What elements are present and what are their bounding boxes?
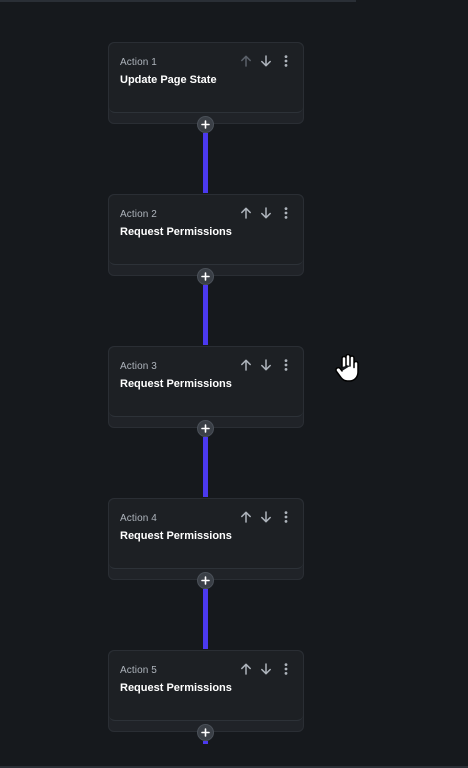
action-card-1[interactable]: Action 1 Update Page State [108, 42, 304, 124]
action-title: Request Permissions [120, 530, 232, 542]
plus-icon [201, 728, 210, 737]
action-title: Request Permissions [120, 682, 232, 694]
action-number-label: Action 2 [120, 209, 157, 220]
arrow-up-icon[interactable] [238, 54, 253, 69]
action-number-label: Action 5 [120, 665, 157, 676]
action-controls [238, 205, 293, 221]
action-card-body: Action 5 Request Permissions [109, 651, 303, 721]
arrow-up-icon[interactable] [238, 662, 253, 677]
connector-line-3 [203, 437, 208, 497]
plus-icon [201, 576, 210, 585]
arrow-down-icon[interactable] [258, 662, 273, 677]
action-controls [238, 357, 293, 373]
plus-icon [201, 272, 210, 281]
more-vertical-icon[interactable] [278, 662, 293, 677]
action-title: Request Permissions [120, 378, 232, 390]
action-card-body: Action 1 Update Page State [109, 43, 303, 113]
connector-line-4 [203, 589, 208, 649]
more-vertical-icon[interactable] [278, 358, 293, 373]
action-card-body: Action 3 Request Permissions [109, 347, 303, 417]
add-action-button-5[interactable] [197, 724, 214, 741]
plus-icon [201, 120, 210, 129]
add-action-button-3[interactable] [197, 420, 214, 437]
action-title: Update Page State [120, 74, 217, 86]
arrow-down-icon[interactable] [258, 510, 273, 525]
connector-line-1 [203, 133, 208, 193]
add-action-button-4[interactable] [197, 572, 214, 589]
arrow-up-icon[interactable] [238, 206, 253, 221]
arrow-up-icon[interactable] [238, 358, 253, 373]
action-title: Request Permissions [120, 226, 232, 238]
plus-icon [201, 424, 210, 433]
add-action-button-2[interactable] [197, 268, 214, 285]
arrow-down-icon[interactable] [258, 206, 273, 221]
add-action-button-1[interactable] [197, 116, 214, 133]
action-number-label: Action 1 [120, 57, 157, 68]
action-card-5[interactable]: Action 5 Request Permissions [108, 650, 304, 732]
hand-cursor-icon [334, 353, 360, 383]
action-controls [238, 53, 293, 69]
connector-line-2 [203, 285, 208, 345]
arrow-up-icon[interactable] [238, 510, 253, 525]
action-card-body: Action 2 Request Permissions [109, 195, 303, 265]
connector-line-5 [203, 741, 208, 744]
action-card-3[interactable]: Action 3 Request Permissions [108, 346, 304, 428]
action-number-label: Action 4 [120, 513, 157, 524]
more-vertical-icon[interactable] [278, 54, 293, 69]
arrow-down-icon[interactable] [258, 54, 273, 69]
action-number-label: Action 3 [120, 361, 157, 372]
action-card-2[interactable]: Action 2 Request Permissions [108, 194, 304, 276]
arrow-down-icon[interactable] [258, 358, 273, 373]
action-controls [238, 661, 293, 677]
action-flow: Action 1 Update Page State Action 2 Requ… [0, 0, 468, 768]
more-vertical-icon[interactable] [278, 206, 293, 221]
action-controls [238, 509, 293, 525]
action-card-4[interactable]: Action 4 Request Permissions [108, 498, 304, 580]
action-card-body: Action 4 Request Permissions [109, 499, 303, 569]
more-vertical-icon[interactable] [278, 510, 293, 525]
